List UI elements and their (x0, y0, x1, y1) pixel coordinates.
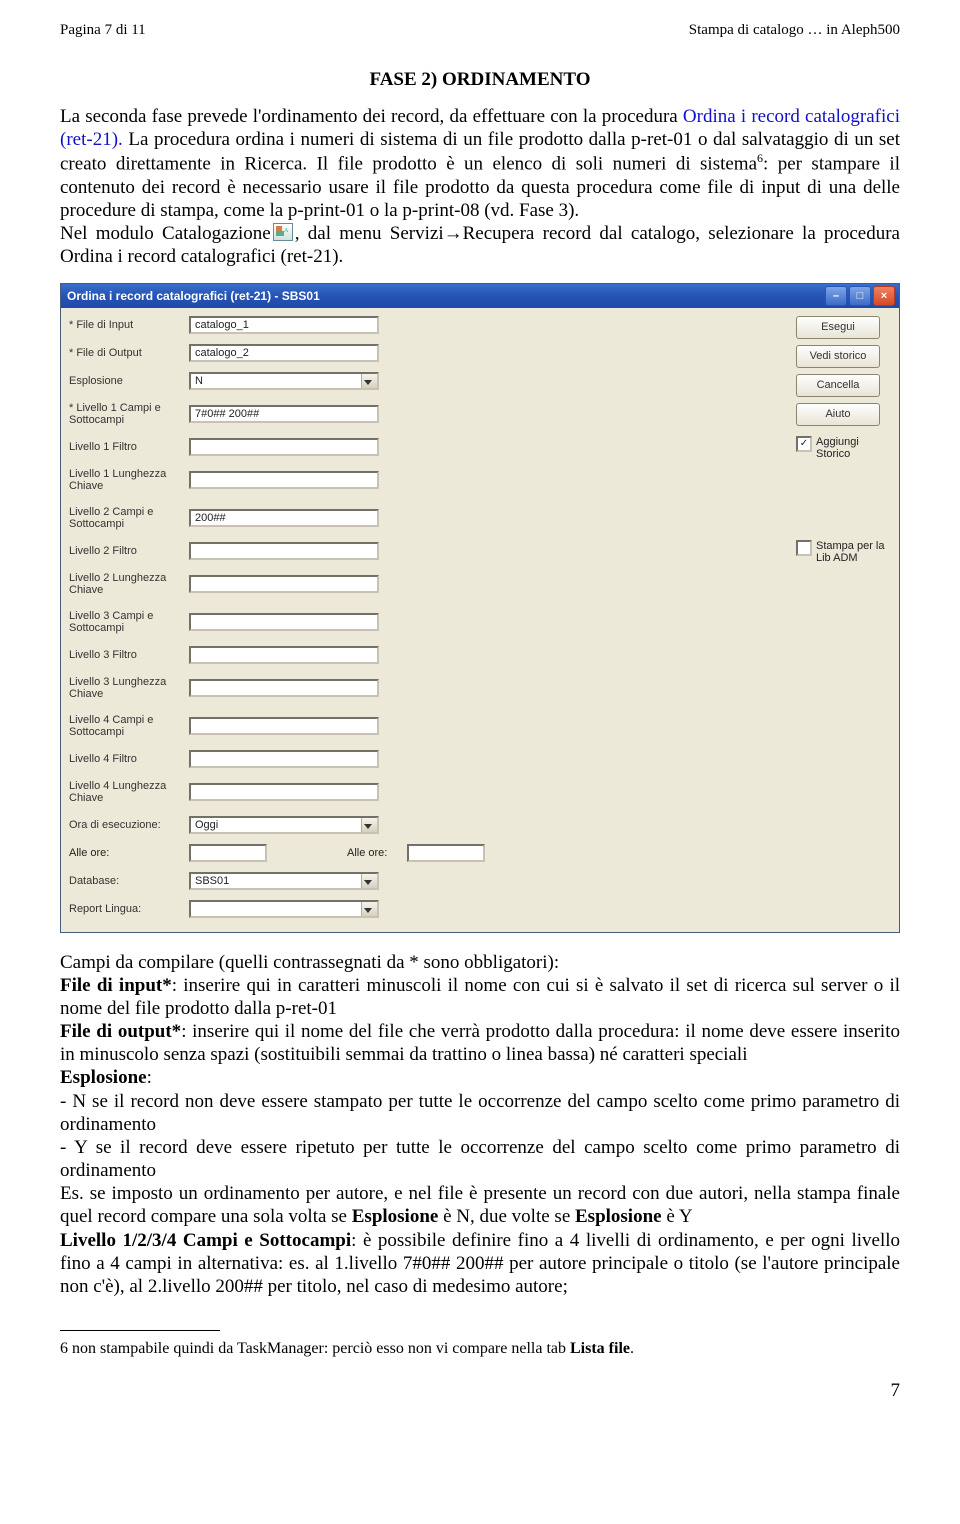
footnote: 6 non stampabile quindi da TaskManager: … (60, 1339, 900, 1358)
chevron-down-icon (364, 880, 372, 885)
header-left: Pagina 7 di 11 (60, 22, 146, 39)
chevron-down-icon (364, 908, 372, 913)
vedi-storico-button[interactable]: Vedi storico (796, 345, 880, 368)
label-l4lung: Livello 4 Lunghezza Chiave (69, 780, 189, 804)
label-alle2: Alle ore: (347, 847, 407, 859)
chevron-down-icon (364, 380, 372, 385)
header-right: Stampa di catalogo … in Aleph500 (689, 22, 900, 39)
esplosione-combo[interactable]: N (189, 372, 379, 390)
label-replin: Report Lingua: (69, 903, 189, 915)
titlebar: Ordina i record catalografici (ret-21) -… (61, 284, 899, 308)
footnote-rule (60, 1330, 220, 1331)
svg-text:A: A (284, 228, 288, 234)
window-title: Ordina i record catalografici (ret-21) -… (67, 289, 320, 303)
l4lung-field[interactable] (189, 783, 379, 801)
l3filtro-field[interactable] (189, 646, 379, 664)
l3lung-field[interactable] (189, 679, 379, 697)
minimize-button[interactable]: – (825, 286, 847, 306)
file-input-field[interactable]: catalogo_1 (189, 316, 379, 334)
label-l1lung: Livello 1 Lunghezza Chiave (69, 468, 189, 492)
label-esplosione: Esplosione (69, 375, 189, 387)
label-l1campi: * Livello 1 Campi e Sottocampi (69, 402, 189, 426)
database-combo[interactable]: SBS01 (189, 872, 379, 890)
label-ora: Ora di esecuzione: (69, 819, 189, 831)
label-database: Database: (69, 875, 189, 887)
aiuto-button[interactable]: Aiuto (796, 403, 880, 426)
intro-paragraph: La seconda fase prevede l'ordinamento de… (60, 105, 900, 269)
alle1-field[interactable] (189, 844, 267, 862)
esegui-button[interactable]: Esegui (796, 316, 880, 339)
maximize-button[interactable]: □ (849, 286, 871, 306)
replin-combo[interactable] (189, 900, 379, 918)
file-output-field[interactable]: catalogo_2 (189, 344, 379, 362)
cancella-button[interactable]: Cancella (796, 374, 880, 397)
chevron-down-icon (364, 824, 372, 829)
stampa-lib-adm-check[interactable]: Stampa per la Lib ADM (796, 540, 891, 564)
checkbox-icon (796, 540, 812, 556)
ora-combo[interactable]: Oggi (189, 816, 379, 834)
section-title: FASE 2) ORDINAMENTO (60, 69, 900, 91)
aggiungi-storico-check[interactable]: ✓ Aggiungi Storico (796, 436, 891, 460)
catalog-module-icon: A (273, 223, 293, 241)
l4filtro-field[interactable] (189, 750, 379, 768)
l3campi-field[interactable] (189, 613, 379, 631)
label-file-input: * File di Input (69, 319, 189, 331)
label-l1filtro: Livello 1 Filtro (69, 441, 189, 453)
label-l3campi: Livello 3 Campi e Sottocampi (69, 610, 189, 634)
label-l2campi: Livello 2 Campi e Sottocampi (69, 506, 189, 530)
label-file-output: * File di Output (69, 347, 189, 359)
label-l3lung: Livello 3 Lunghezza Chiave (69, 676, 189, 700)
l2campi-field[interactable]: 200## (189, 509, 379, 527)
alle2-field[interactable] (407, 844, 485, 862)
instructions-paragraph: Campi da compilare (quelli contrassegnat… (60, 951, 900, 1299)
l2lung-field[interactable] (189, 575, 379, 593)
label-l4filtro: Livello 4 Filtro (69, 753, 189, 765)
checkbox-checked-icon: ✓ (796, 436, 812, 452)
l2filtro-field[interactable] (189, 542, 379, 560)
l4campi-field[interactable] (189, 717, 379, 735)
label-l2filtro: Livello 2 Filtro (69, 545, 189, 557)
l1lung-field[interactable] (189, 471, 379, 489)
page-number: 7 (60, 1380, 900, 1402)
label-alle1: Alle ore: (69, 847, 189, 859)
l1filtro-field[interactable] (189, 438, 379, 456)
l1campi-field[interactable]: 7#0## 200## (189, 405, 379, 423)
label-l2lung: Livello 2 Lunghezza Chiave (69, 572, 189, 596)
dialog-window: Ordina i record catalografici (ret-21) -… (60, 283, 900, 933)
label-l4campi: Livello 4 Campi e Sottocampi (69, 714, 189, 738)
label-l3filtro: Livello 3 Filtro (69, 649, 189, 661)
close-button[interactable]: × (873, 286, 895, 306)
